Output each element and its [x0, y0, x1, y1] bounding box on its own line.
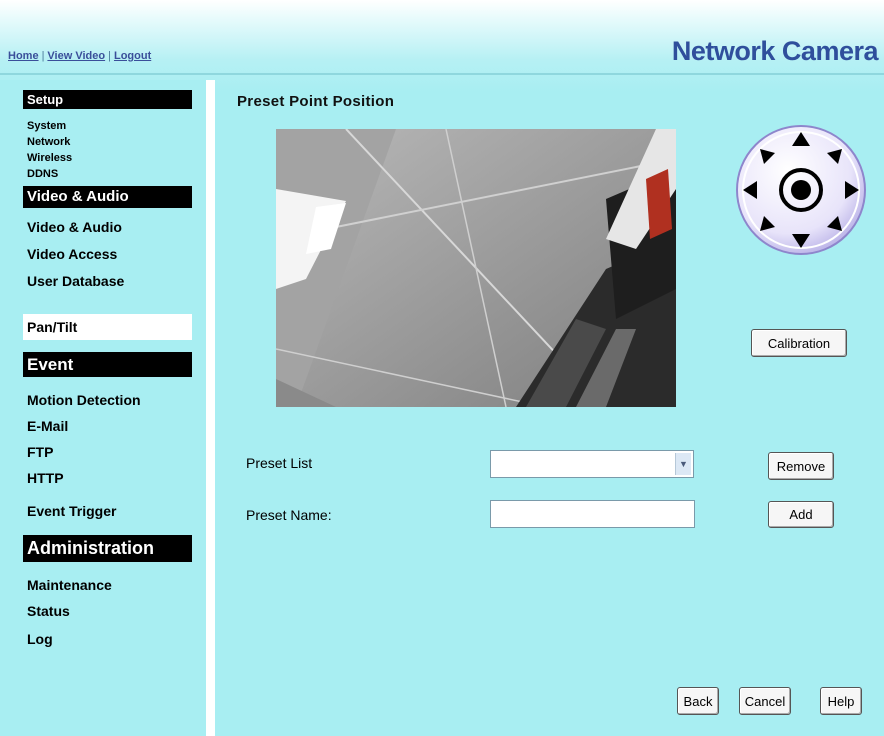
sidebar-item-pan-tilt[interactable]: Pan/Tilt [27, 319, 77, 335]
sidebar-item-http[interactable]: HTTP [27, 470, 64, 486]
home-link[interactable]: Home [8, 50, 39, 62]
chevron-down-icon[interactable]: ▼ [675, 453, 691, 475]
sidebar-item-video-access[interactable]: Video Access [27, 246, 117, 262]
sidebar-divider [206, 80, 215, 736]
live-video-view [276, 129, 676, 407]
brand-title: Network Camera [671, 36, 879, 66]
sidebar-item-log[interactable]: Log [27, 631, 53, 647]
sidebar-section-video-audio: Video & Audio [23, 186, 192, 208]
sidebar-item-event-trigger[interactable]: Event Trigger [27, 503, 116, 519]
sidebar-item-user-database[interactable]: User Database [27, 273, 124, 289]
header-divider [0, 73, 884, 75]
sidebar-section-event: Event [23, 352, 192, 377]
sidebar: Setup System Network Wireless DDNS Video… [0, 80, 206, 736]
sidebar-item-maintenance[interactable]: Maintenance [27, 577, 112, 593]
main-panel: Preset Point Position Calibration Preset… [215, 80, 884, 736]
back-button[interactable]: Back [677, 687, 719, 715]
page-title: Preset Point Position [237, 93, 395, 110]
sidebar-item-ddns[interactable]: DDNS [27, 168, 58, 180]
sidebar-item-wireless[interactable]: Wireless [27, 152, 72, 164]
sidebar-section-administration: Administration [23, 535, 192, 562]
sidebar-item-system[interactable]: System [27, 120, 66, 132]
preset-list-select[interactable]: ▼ [490, 450, 694, 478]
view-video-link[interactable]: View Video [47, 50, 105, 62]
calibration-button[interactable]: Calibration [751, 329, 847, 357]
sidebar-item-motion-detection[interactable]: Motion Detection [27, 392, 141, 408]
logout-link[interactable]: Logout [114, 50, 151, 62]
sidebar-item-ftp[interactable]: FTP [27, 444, 53, 460]
sidebar-item-video-audio[interactable]: Video & Audio [27, 219, 122, 235]
cancel-button[interactable]: Cancel [739, 687, 791, 715]
preset-list-label: Preset List [246, 455, 313, 471]
sidebar-section-setup: Setup [23, 90, 192, 109]
preset-name-label: Preset Name: [246, 507, 332, 523]
preset-name-input[interactable] [490, 500, 695, 528]
top-nav: Home | View Video | Logout [8, 50, 152, 62]
sidebar-item-network[interactable]: Network [27, 136, 70, 148]
remove-button[interactable]: Remove [768, 452, 834, 480]
sidebar-item-email[interactable]: E-Mail [27, 418, 68, 434]
sidebar-item-status[interactable]: Status [27, 603, 70, 619]
pan-tilt-direction-pad-icon[interactable] [733, 122, 869, 258]
help-button[interactable]: Help [820, 687, 862, 715]
video-frame-image [276, 129, 676, 407]
add-button[interactable]: Add [768, 501, 834, 528]
